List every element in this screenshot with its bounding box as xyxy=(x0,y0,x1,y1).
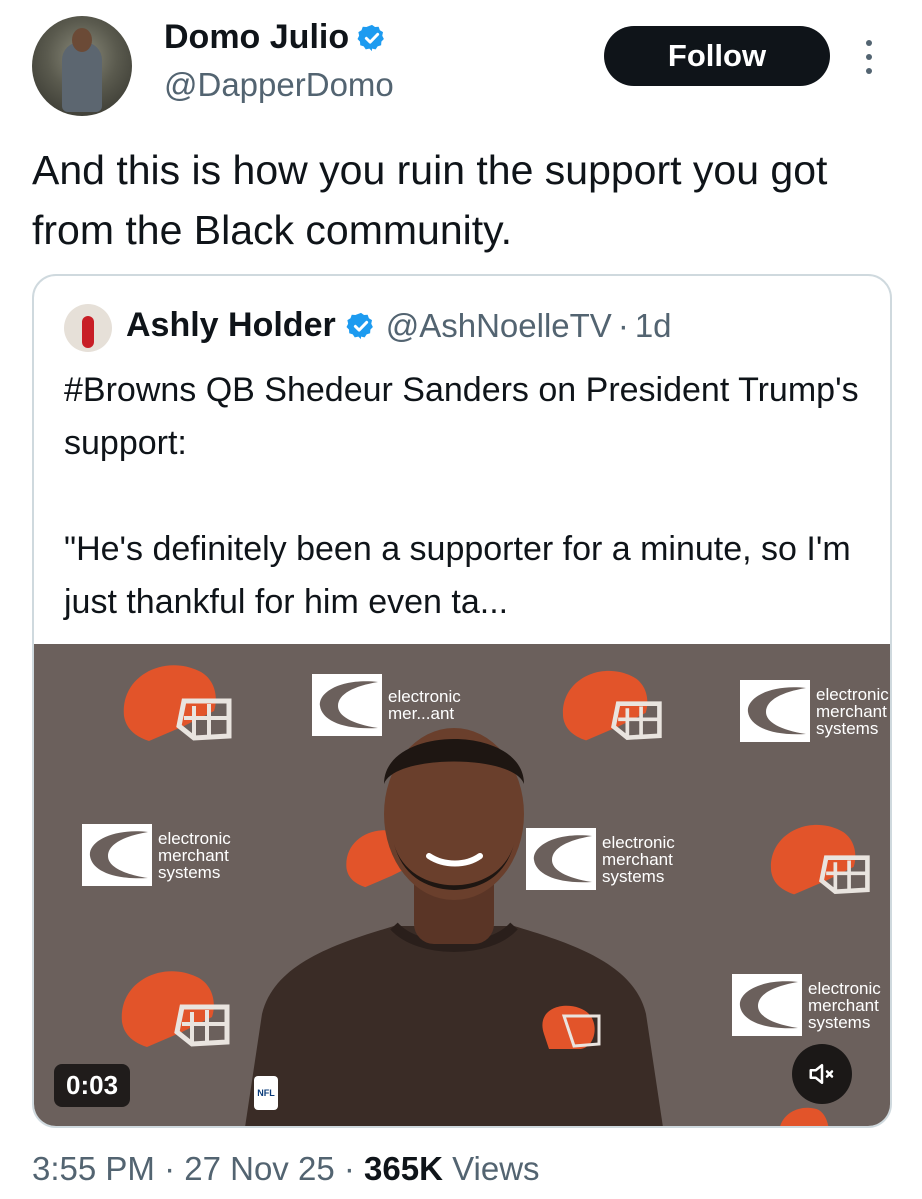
video-timestamp: 0:03 xyxy=(54,1064,131,1107)
browns-helmet-logo xyxy=(121,971,230,1047)
more-options-icon[interactable] xyxy=(864,40,874,74)
views-count: 365K xyxy=(364,1150,443,1187)
mute-toggle-button[interactable] xyxy=(792,1044,852,1104)
verified-badge-icon xyxy=(346,312,373,339)
avatar-figure xyxy=(62,42,102,112)
dot-separator: · xyxy=(164,1150,176,1187)
dot-separator: · xyxy=(343,1150,355,1187)
tweet-text: And this is how you ruin the support you… xyxy=(32,147,828,253)
quoted-author-handle[interactable]: @AshNoelleTV xyxy=(386,307,612,345)
nfl-shield-logo: NFL xyxy=(254,1076,278,1110)
author-display-name[interactable]: Domo Julio xyxy=(164,18,349,57)
author-handle[interactable]: @DapperDomo xyxy=(164,66,394,104)
avatar-head xyxy=(72,28,92,52)
video-player[interactable]: electronic mer...ant electronic merchant… xyxy=(34,644,890,1126)
quoted-author-avatar[interactable] xyxy=(64,304,112,352)
quoted-tweet-age[interactable]: 1d xyxy=(635,307,672,345)
ems-text: electronic merchant systems xyxy=(816,684,889,738)
browns-helmet-logo xyxy=(123,665,232,741)
views-label: Views xyxy=(452,1150,540,1187)
muted-speaker-icon xyxy=(809,1064,834,1084)
author-name-row: Domo Julio xyxy=(164,18,387,57)
quoted-author-name[interactable]: Ashly Holder xyxy=(126,306,336,345)
author-avatar[interactable] xyxy=(32,16,132,116)
tweet-time[interactable]: 3:55 PM xyxy=(32,1150,155,1187)
follow-button[interactable]: Follow xyxy=(604,26,830,86)
ems-swoosh-icon xyxy=(82,824,152,886)
ems-swoosh-icon xyxy=(740,680,810,742)
dot-separator: · xyxy=(617,306,629,344)
quoted-tweet-header: Ashly Holder @AshNoelleTV · 1d xyxy=(126,306,672,345)
tweet-meta: 3:55 PM · 27 Nov 25 · 365K Views xyxy=(32,1150,540,1188)
quoted-tweet-card[interactable]: Ashly Holder @AshNoelleTV · 1d #Browns Q… xyxy=(32,274,892,1128)
ems-swoosh-icon xyxy=(732,974,802,1036)
browns-helmet-logo xyxy=(770,824,870,895)
ems-sponsor-logo: electronic merchant systems xyxy=(740,680,889,742)
ems-text: electronic merchant systems xyxy=(808,978,881,1032)
ems-sponsor-logo: electronic merchant systems xyxy=(82,824,231,886)
quoted-avatar-figure xyxy=(82,316,94,348)
ems-text: electronic merchant systems xyxy=(158,828,231,882)
quoted-tweet-text: #Browns QB Shedeur Sanders on President … xyxy=(64,371,859,621)
tweet-date[interactable]: 27 Nov 25 xyxy=(184,1150,334,1187)
player-figure xyxy=(245,728,663,1126)
verified-badge-icon xyxy=(357,24,384,51)
browns-helmet-logo xyxy=(780,1107,829,1126)
ems-sponsor-logo: electronic merchant systems xyxy=(732,974,881,1036)
